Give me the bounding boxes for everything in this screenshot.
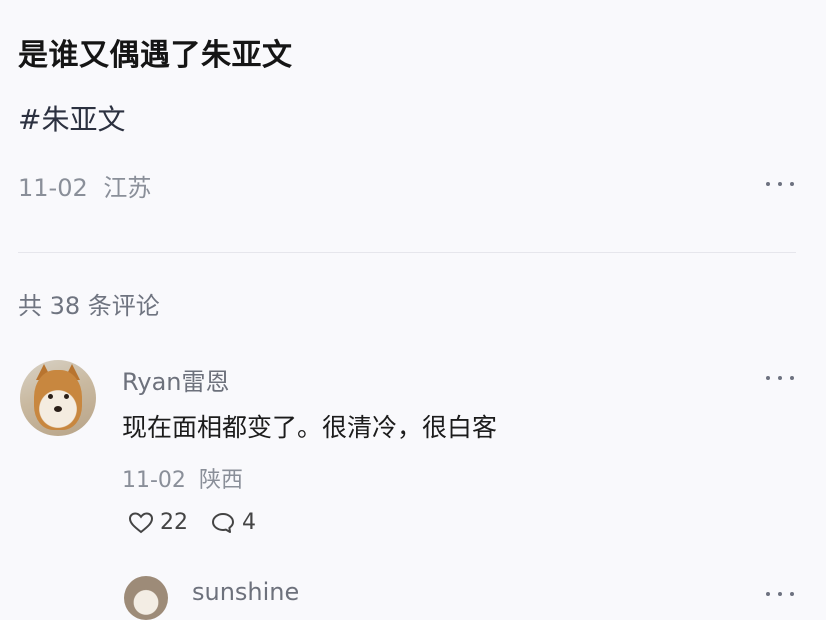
hashtag-link[interactable]: #朱亚文	[18, 98, 125, 138]
divider	[18, 252, 796, 253]
comment-date: 11-02	[122, 468, 186, 493]
comment-text: 现在面相都变了。很清冷，很白客	[122, 413, 498, 442]
post-title: 是谁又偶遇了朱亚文	[18, 38, 293, 73]
comment-meta: 11-02 陕西	[122, 462, 243, 494]
reply-username[interactable]: sunshine	[192, 578, 299, 606]
reply-count: 4	[242, 510, 256, 535]
like-button[interactable]: 22	[128, 510, 188, 535]
more-dots-icon[interactable]	[766, 178, 794, 190]
post-location: 江苏	[103, 174, 152, 202]
post-meta: 11-02 江苏	[18, 168, 151, 203]
post-date: 11-02	[18, 174, 88, 202]
comment-username[interactable]: Ryan雷恩	[122, 362, 229, 397]
speech-bubble-icon	[212, 512, 234, 533]
like-count: 22	[160, 510, 188, 535]
reply-button[interactable]: 4	[210, 510, 256, 535]
more-dots-icon[interactable]	[766, 588, 794, 600]
heart-icon	[128, 511, 154, 533]
comment-actions: 22 4	[128, 510, 256, 535]
comment-location: 陕西	[198, 468, 243, 493]
more-dots-icon[interactable]	[766, 372, 794, 384]
reply-avatar[interactable]	[124, 576, 168, 620]
avatar[interactable]	[20, 360, 96, 436]
comment-count: 共 38 条评论	[18, 292, 160, 320]
